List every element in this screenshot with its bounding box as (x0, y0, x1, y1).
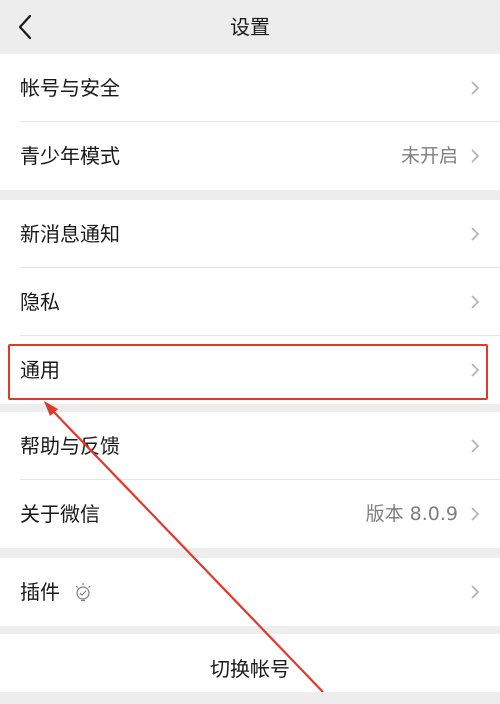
chevron-right-icon (471, 507, 480, 521)
settings-item-general[interactable]: 通用 (0, 336, 500, 404)
settings-item-value: 未开启 (400, 145, 458, 167)
settings-item-label: 隐私 (20, 290, 60, 314)
settings-item-label: 通用 (20, 358, 60, 382)
settings-item-new-message-notification[interactable]: 新消息通知 (0, 200, 500, 268)
chevron-right-icon (471, 585, 480, 599)
settings-item-label: 帮助与反馈 (20, 434, 120, 458)
settings-item-label: 新消息通知 (20, 222, 120, 246)
settings-group-plugins: 插件 (0, 558, 500, 626)
settings-item-plugins[interactable]: 插件 (0, 558, 500, 626)
settings-group-notifications: 新消息通知 隐私 通用 (0, 200, 500, 404)
navigation-bar: 设置 (0, 0, 500, 54)
settings-item-help-feedback[interactable]: 帮助与反馈 (0, 412, 500, 480)
settings-item-label: 关于微信 (20, 502, 100, 526)
lightbulb-icon (75, 583, 91, 602)
settings-group-account: 帐号与安全 青少年模式 未开启 (0, 54, 500, 190)
settings-group-about: 帮助与反馈 关于微信 版本 8.0.9 (0, 412, 500, 548)
settings-item-about-wechat[interactable]: 关于微信 版本 8.0.9 (0, 480, 500, 548)
chevron-right-icon (471, 227, 480, 241)
settings-item-label: 帐号与安全 (20, 76, 120, 100)
settings-item-label: 插件 (20, 580, 60, 604)
chevron-right-icon (471, 81, 480, 95)
chevron-right-icon (471, 439, 480, 453)
switch-account-button[interactable]: 切换帐号 (0, 634, 500, 692)
settings-item-label: 青少年模式 (20, 144, 120, 168)
chevron-right-icon (471, 295, 480, 309)
chevron-right-icon (471, 363, 480, 377)
page-title: 设置 (230, 15, 270, 39)
settings-item-value: 版本 8.0.9 (365, 503, 458, 525)
settings-item-account-security[interactable]: 帐号与安全 (0, 54, 500, 122)
settings-item-privacy[interactable]: 隐私 (0, 268, 500, 336)
chevron-right-icon (471, 149, 480, 163)
settings-item-teen-mode[interactable]: 青少年模式 未开启 (0, 122, 500, 190)
